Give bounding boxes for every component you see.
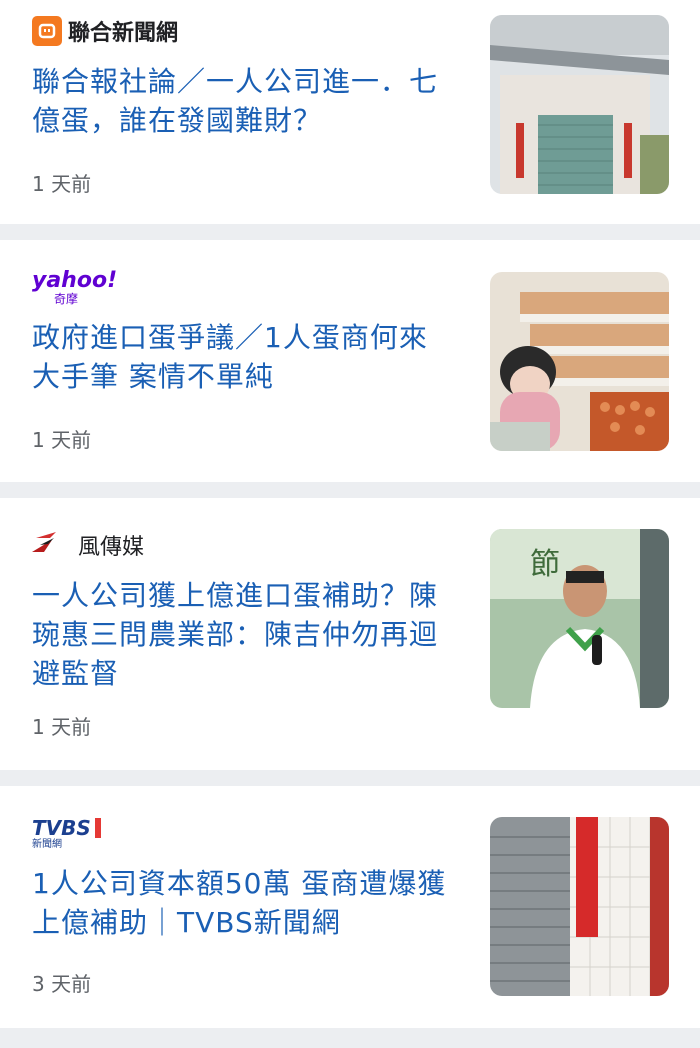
- news-card[interactable]: TVBS 新聞網 1人公司資本額50萬 蛋商遭爆獲上億補助｜TVBS新聞網 3 …: [0, 786, 700, 1028]
- article-headline[interactable]: 政府進口蛋爭議／1人蛋商何來大手筆 案情不單純: [32, 318, 452, 396]
- news-card[interactable]: 風傳媒 一人公司獲上億進口蛋補助？陳琬惠三問農業部：陳吉仲勿再迴避監督 1 天前…: [0, 498, 700, 770]
- article-time: 1 天前: [32, 715, 92, 739]
- article-thumbnail[interactable]: [490, 15, 669, 194]
- svg-text:節: 節: [530, 547, 560, 582]
- article-headline[interactable]: 聯合報社論／一人公司進一．七億蛋，誰在發國難財？: [32, 62, 452, 140]
- yahoo-logo: yahoo!: [32, 268, 118, 293]
- news-card[interactable]: 聯合新聞網 聯合報社論／一人公司進一．七億蛋，誰在發國難財？ 1 天前: [0, 0, 700, 224]
- storm-media-logo-icon: [32, 532, 58, 558]
- source-row: TVBS 新聞網: [32, 818, 101, 851]
- article-time: 1 天前: [32, 428, 92, 452]
- source-row: 聯合新聞網: [32, 16, 178, 46]
- source-row: 風傳媒: [32, 530, 144, 560]
- article-time: 1 天前: [32, 172, 92, 196]
- article-headline[interactable]: 一人公司獲上億進口蛋補助？陳琬惠三問農業部：陳吉仲勿再迴避監督: [32, 576, 452, 693]
- article-thumbnail[interactable]: [490, 817, 669, 996]
- tvbs-logo: TVBS: [32, 818, 101, 838]
- news-feed: 聯合新聞網 聯合報社論／一人公司進一．七億蛋，誰在發國難財？ 1 天前 yaho…: [0, 0, 700, 1048]
- news-card[interactable]: yahoo! 奇摩 政府進口蛋爭議／1人蛋商何來大手筆 案情不單純 1 天前: [0, 240, 700, 482]
- article-time: 3 天前: [32, 972, 92, 996]
- article-thumbnail[interactable]: 節: [490, 529, 669, 708]
- source-name: 聯合新聞網: [68, 21, 179, 46]
- article-headline[interactable]: 1人公司資本額50萬 蛋商遭爆獲上億補助｜TVBS新聞網: [32, 864, 452, 942]
- udn-logo-icon: [32, 16, 62, 46]
- source-row: yahoo! 奇摩: [32, 268, 118, 307]
- yahoo-logo-sub: 奇摩: [54, 292, 79, 306]
- source-name: 風傳媒: [78, 535, 145, 560]
- tvbs-logo-sub: 新聞網: [32, 839, 62, 850]
- article-thumbnail[interactable]: [490, 272, 669, 451]
